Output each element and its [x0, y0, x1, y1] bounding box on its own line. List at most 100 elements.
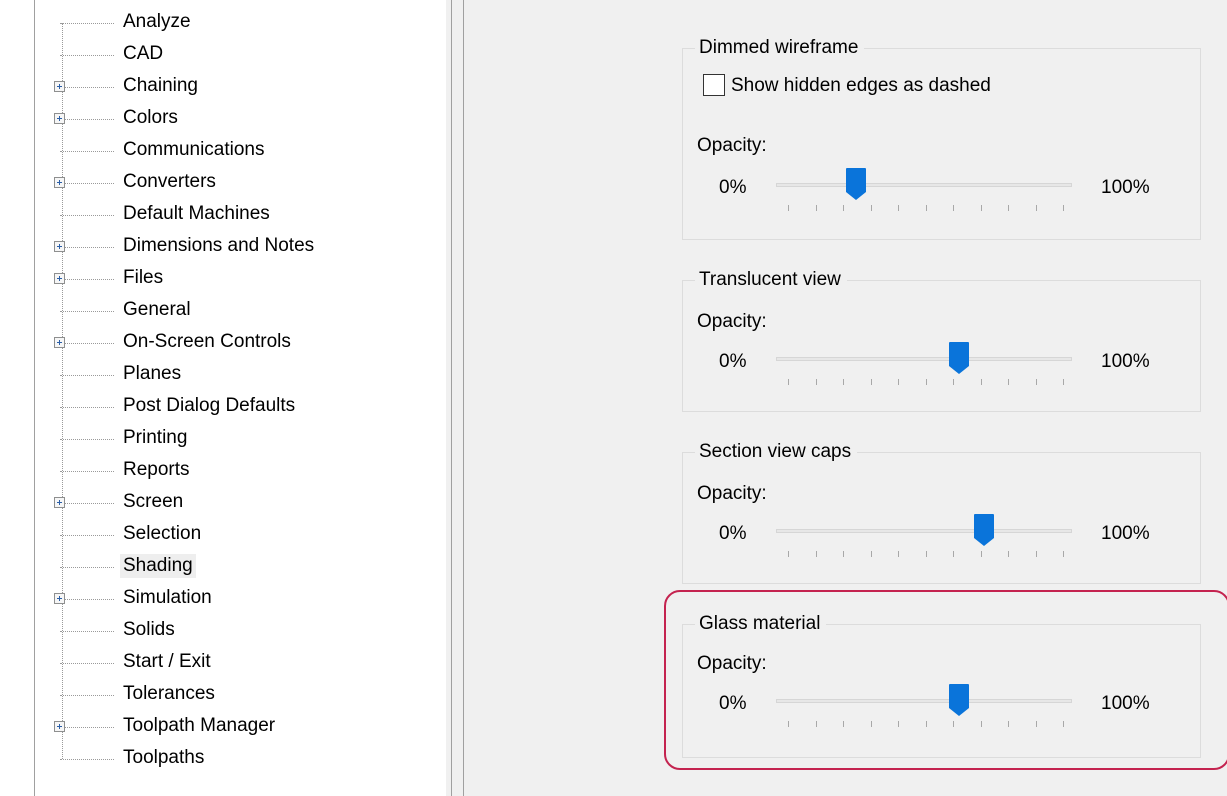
tree-item-printing[interactable]: Printing [36, 423, 436, 453]
slider-ticks [788, 379, 1068, 387]
slider-tick [1063, 551, 1064, 557]
tree-item-simulation[interactable]: Simulation [36, 583, 436, 613]
slider-track[interactable] [776, 183, 1072, 187]
expand-plus-icon[interactable] [54, 593, 65, 604]
tree-item-on-screen-controls[interactable]: On-Screen Controls [36, 327, 436, 357]
expand-plus-icon[interactable] [54, 337, 65, 348]
expand-plus-icon[interactable] [54, 81, 65, 92]
tree-connector-line [60, 183, 114, 184]
slider-tick [815, 379, 817, 385]
opacity-label: Opacity: [697, 483, 767, 504]
tree-item-label[interactable]: Communications [120, 138, 268, 162]
slider-tick [788, 379, 789, 385]
slider-max-label: 100% [1101, 523, 1150, 544]
tree-item-cad[interactable]: CAD [36, 39, 436, 69]
slider-max-label: 100% [1101, 177, 1150, 198]
slider-tick [815, 205, 817, 211]
tree-item-chaining[interactable]: Chaining [36, 71, 436, 101]
expand-plus-icon[interactable] [54, 241, 65, 252]
tree-item-label[interactable]: Chaining [120, 74, 201, 98]
tree-item-label[interactable]: Printing [120, 426, 190, 450]
tree-connector-line [60, 87, 114, 88]
slider-track[interactable] [776, 357, 1072, 361]
slider-thumb[interactable] [845, 167, 867, 201]
slider-tick [898, 205, 899, 211]
show-hidden-edges-label[interactable]: Show hidden edges as dashed [731, 75, 991, 97]
slider-tick [1008, 205, 1009, 211]
tree-item-dimensions-and-notes[interactable]: Dimensions and Notes [36, 231, 436, 261]
tree-item-label[interactable]: Colors [120, 106, 181, 130]
show-hidden-edges-checkbox[interactable] [703, 74, 725, 96]
tree-item-label[interactable]: On-Screen Controls [120, 330, 294, 354]
tree-connector-line [60, 279, 114, 280]
tree-item-label[interactable]: Shading [120, 554, 196, 578]
tree-item-label[interactable]: Simulation [120, 586, 215, 610]
tree-item-files[interactable]: Files [36, 263, 436, 293]
tree-item-label[interactable]: Tolerances [120, 682, 218, 706]
tree-item-label[interactable]: Converters [120, 170, 219, 194]
tree-connector-line [60, 695, 114, 696]
tree-item-toolpath-manager[interactable]: Toolpath Manager [36, 711, 436, 741]
tree-item-selection[interactable]: Selection [36, 519, 436, 549]
tree-item-label[interactable]: CAD [120, 42, 166, 66]
splitter-edge [463, 0, 464, 796]
tree-item-label[interactable]: Dimensions and Notes [120, 234, 317, 258]
tree-item-general[interactable]: General [36, 295, 436, 325]
slider-tick [925, 551, 927, 557]
tree-connector-line [60, 151, 114, 152]
tree-item-label[interactable]: Post Dialog Defaults [120, 394, 298, 418]
slider-max-label: 100% [1101, 351, 1150, 372]
tree-item-label[interactable]: Toolpath Manager [120, 714, 278, 738]
tree-item-converters[interactable]: Converters [36, 167, 436, 197]
slider-tick [843, 205, 844, 211]
tree-item-label[interactable]: Reports [120, 458, 193, 482]
tree-connector-line [60, 55, 114, 56]
tree-item-communications[interactable]: Communications [36, 135, 436, 165]
slider-thumb[interactable] [948, 341, 970, 375]
slider-thumb[interactable] [973, 513, 995, 547]
tree-item-reports[interactable]: Reports [36, 455, 436, 485]
group-title: Translucent view [695, 269, 847, 291]
tree-connector-line [60, 759, 114, 760]
tree-item-label[interactable]: Solids [120, 618, 178, 642]
tree-item-default-machines[interactable]: Default Machines [36, 199, 436, 229]
expand-plus-icon[interactable] [54, 177, 65, 188]
dimmed-wireframe-group: Dimmed wireframe Show hidden edges as da… [682, 37, 1201, 240]
tree-item-label[interactable]: Screen [120, 490, 186, 514]
tree-connector-line [60, 215, 114, 216]
tree-item-label[interactable]: Selection [120, 522, 204, 546]
tree-item-screen[interactable]: Screen [36, 487, 436, 517]
tree-connector-line [60, 727, 114, 728]
tree-item-label[interactable]: Start / Exit [120, 650, 214, 674]
panel-splitter[interactable] [446, 0, 466, 796]
slider-ticks [788, 551, 1068, 559]
slider-tick [815, 551, 817, 557]
tree-item-label[interactable]: Toolpaths [120, 746, 207, 770]
tree-item-label[interactable]: Default Machines [120, 202, 273, 226]
tree-item-label[interactable]: General [120, 298, 194, 322]
expand-plus-icon[interactable] [54, 721, 65, 732]
tree-connector-line [60, 535, 114, 536]
tree-item-label[interactable]: Planes [120, 362, 184, 386]
tree-item-tolerances[interactable]: Tolerances [36, 679, 436, 709]
tree-item-label[interactable]: Files [120, 266, 166, 290]
tree-connector-line [60, 471, 114, 472]
tree-item-analyze[interactable]: Analyze [36, 7, 436, 37]
expand-plus-icon[interactable] [54, 273, 65, 284]
expand-plus-icon[interactable] [54, 113, 65, 124]
slider-min-label: 0% [719, 351, 747, 372]
tree-item-planes[interactable]: Planes [36, 359, 436, 389]
tree-item-post-dialog-defaults[interactable]: Post Dialog Defaults [36, 391, 436, 421]
tree-item-start-exit[interactable]: Start / Exit [36, 647, 436, 677]
tree-item-colors[interactable]: Colors [36, 103, 436, 133]
expand-plus-icon[interactable] [54, 497, 65, 508]
tree-item-solids[interactable]: Solids [36, 615, 436, 645]
tree-item-label[interactable]: Analyze [120, 10, 194, 34]
slider-track[interactable] [776, 529, 1072, 533]
tree-left-border [34, 0, 35, 796]
slider-tick [980, 379, 982, 385]
tree-connector-line [60, 567, 114, 568]
tree-item-toolpaths[interactable]: Toolpaths [36, 743, 436, 773]
tree-item-shading[interactable]: Shading [36, 551, 436, 581]
slider-tick [788, 205, 789, 211]
